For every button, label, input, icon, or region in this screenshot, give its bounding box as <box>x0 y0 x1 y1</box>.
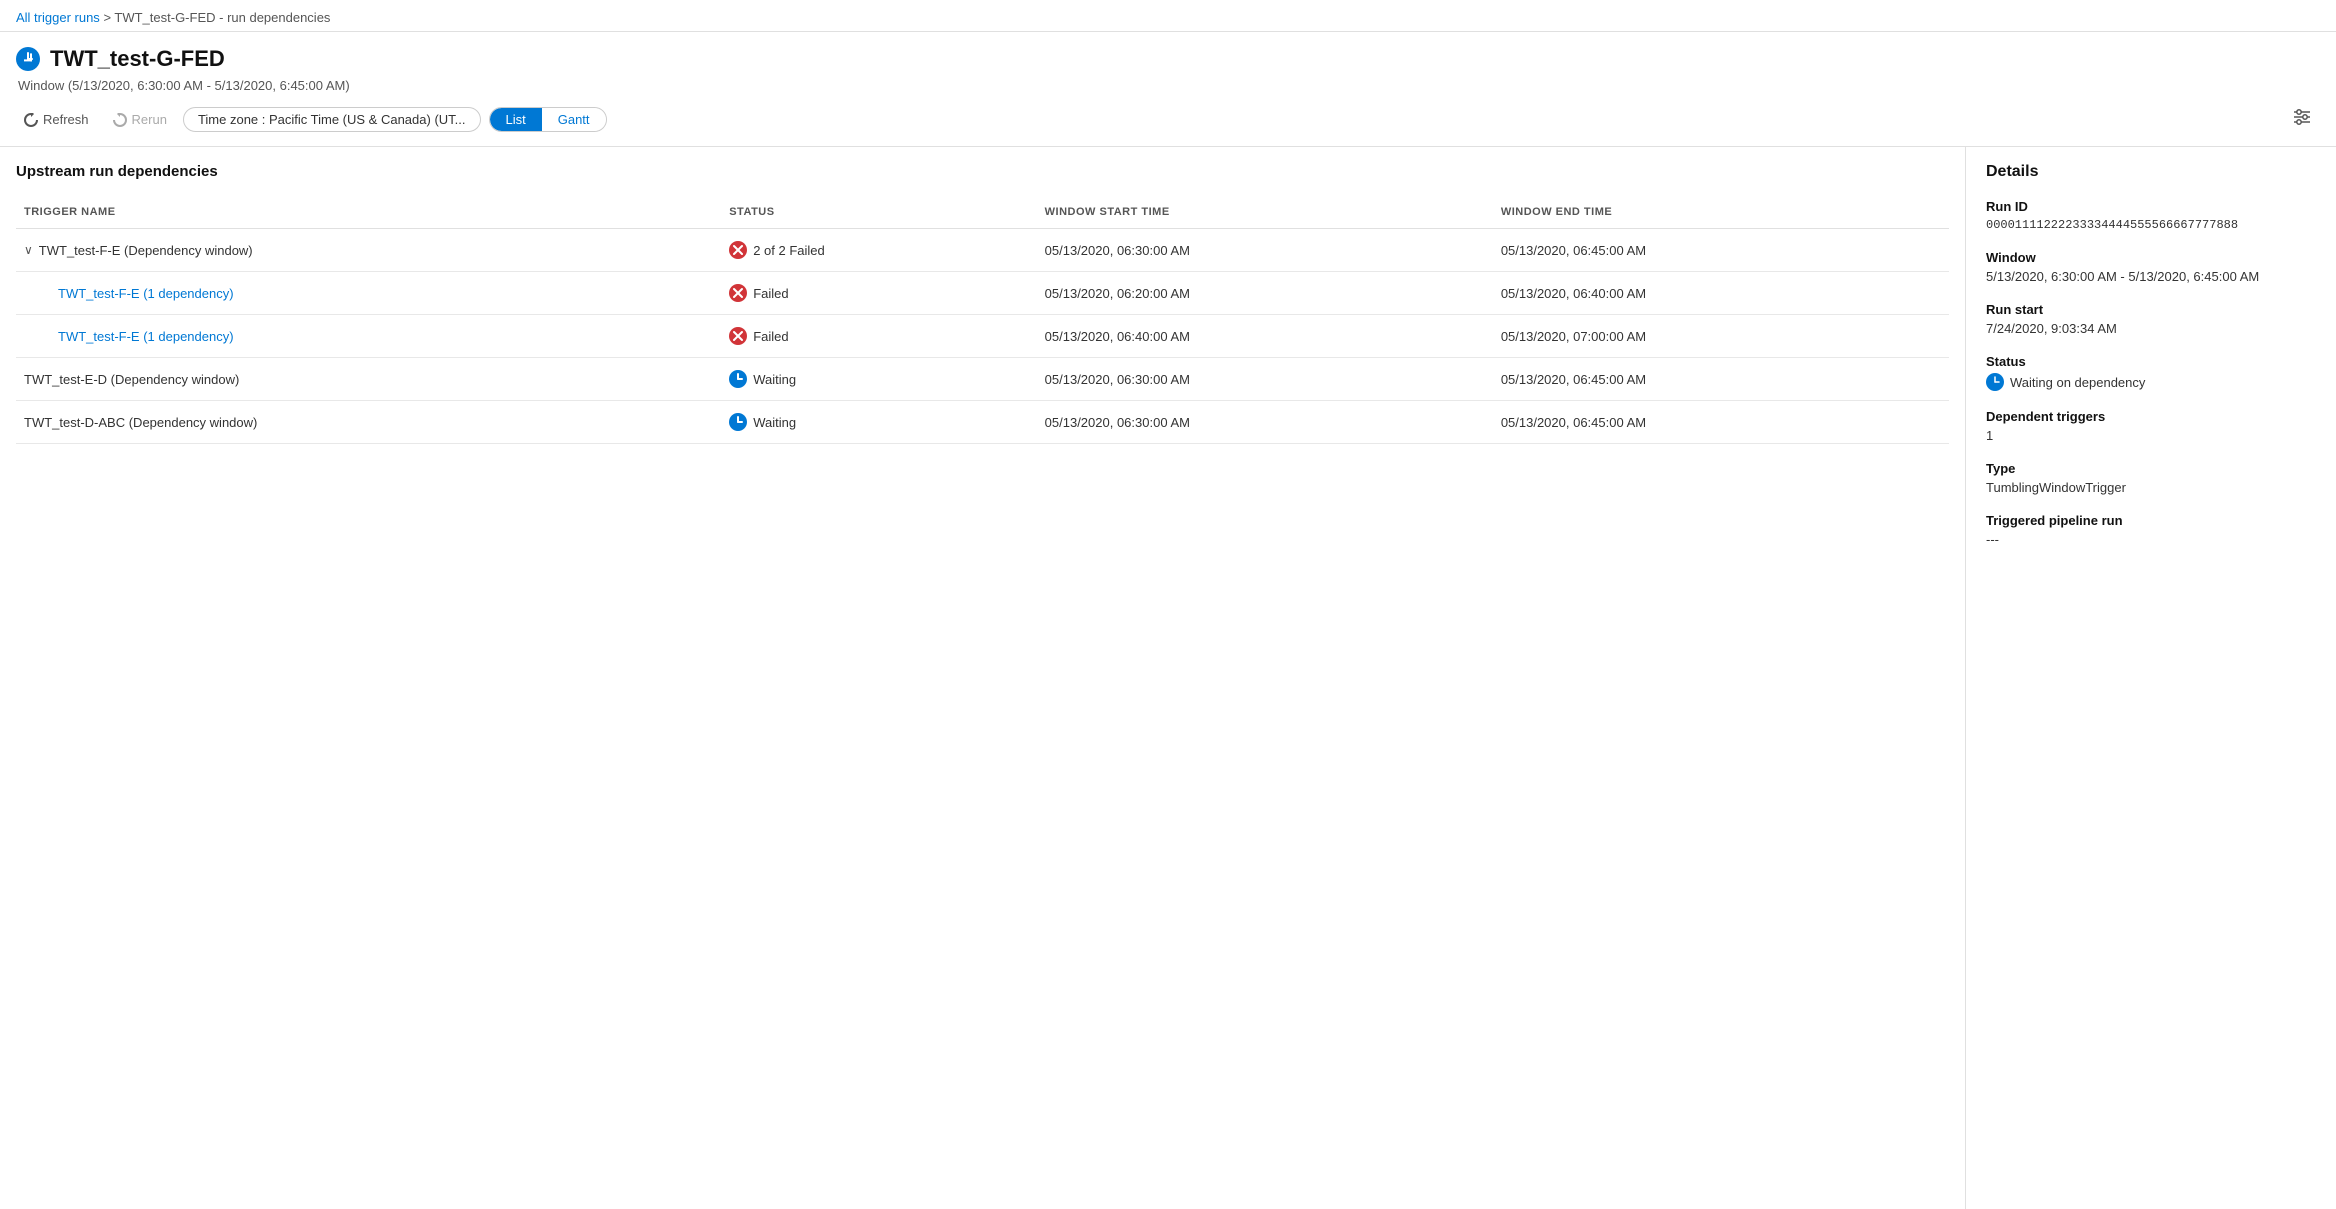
trigger-name-cell: TWT_test-E-D (Dependency window) <box>24 372 713 387</box>
trigger-name-link[interactable]: TWT_test-F-E (1 dependency) <box>58 286 234 301</box>
run-start-section: Run start 7/24/2020, 9:03:34 AM <box>1986 302 2316 336</box>
trigger-name-cell: ∨ TWT_test-F-E (Dependency window) <box>24 243 713 258</box>
triggered-pipeline-section: Triggered pipeline run --- <box>1986 513 2316 547</box>
run-start-label: Run start <box>1986 302 2316 317</box>
status-cell: Failed <box>729 327 1028 345</box>
window-start-cell: 05/13/2020, 06:40:00 AM <box>1037 315 1493 358</box>
list-view-button[interactable]: List <box>490 108 542 131</box>
window-end-cell: 05/13/2020, 06:45:00 AM <box>1493 229 1949 272</box>
status-cell: 2 of 2 Failed <box>729 241 1028 259</box>
status-clock-icon <box>1986 373 2004 391</box>
triggered-pipeline-value: --- <box>1986 532 2316 547</box>
table-row: TWT_test-D-ABC (Dependency window) Waitin… <box>16 401 1949 444</box>
details-title: Details <box>1986 163 2316 181</box>
settings-icon-button[interactable] <box>2284 103 2320 136</box>
window-start-cell: 05/13/2020, 06:20:00 AM <box>1037 272 1493 315</box>
table-row: TWT_test-F-E (1 dependency) Failed 05/13/2… <box>16 272 1949 315</box>
breadcrumb-separator: > <box>103 10 114 25</box>
status-cell: Failed <box>729 284 1028 302</box>
section-title: Upstream run dependencies <box>16 163 1949 180</box>
timezone-button[interactable]: Time zone : Pacific Time (US & Canada) (… <box>183 107 481 132</box>
status-cell: Waiting <box>729 370 1028 388</box>
rerun-icon <box>113 113 127 127</box>
toolbar: Refresh Rerun Time zone : Pacific Time (… <box>0 103 2336 147</box>
waiting-icon <box>729 370 747 388</box>
failed-icon <box>729 284 747 302</box>
page-title: TWT_test-G-FED <box>50 46 225 72</box>
breadcrumb-parent-link[interactable]: All trigger runs <box>16 10 100 25</box>
settings-icon <box>2292 107 2312 127</box>
rerun-button[interactable]: Rerun <box>105 108 175 131</box>
window-section: Window 5/13/2020, 6:30:00 AM - 5/13/2020… <box>1986 250 2316 284</box>
trigger-name-text: TWT_test-F-E (Dependency window) <box>39 243 253 258</box>
window-start-cell: 05/13/2020, 06:30:00 AM <box>1037 358 1493 401</box>
status-text: Failed <box>753 329 788 344</box>
run-id-label: Run ID <box>1986 199 2316 214</box>
dependent-triggers-value: 1 <box>1986 428 2316 443</box>
window-start-cell: 05/13/2020, 06:30:00 AM <box>1037 229 1493 272</box>
window-detail-label: Window <box>1986 250 2316 265</box>
details-panel: Details Run ID 0000111122223333444455556… <box>1966 147 2336 1209</box>
status-detail-label: Status <box>1986 354 2316 369</box>
trigger-name-link[interactable]: TWT_test-F-E (1 dependency) <box>58 329 234 344</box>
refresh-icon <box>24 113 38 127</box>
breadcrumb-current: TWT_test-G-FED - run dependencies <box>114 10 330 25</box>
window-detail-value: 5/13/2020, 6:30:00 AM - 5/13/2020, 6:45:… <box>1986 269 2316 284</box>
dependent-triggers-label: Dependent triggers <box>1986 409 2316 424</box>
view-toggle: List Gantt <box>489 107 607 132</box>
content-area: Upstream run dependencies TRIGGER NAME S… <box>0 147 1966 1209</box>
window-start-cell: 05/13/2020, 06:30:00 AM <box>1037 401 1493 444</box>
table-row: TWT_test-E-D (Dependency window) Waiting 0… <box>16 358 1949 401</box>
window-end-cell: 05/13/2020, 07:00:00 AM <box>1493 315 1949 358</box>
trigger-name-cell: TWT_test-D-ABC (Dependency window) <box>24 415 713 430</box>
dependencies-table: TRIGGER NAME STATUS WINDOW START TIME WI… <box>16 200 1949 444</box>
failed-icon <box>729 327 747 345</box>
trigger-name-cell: TWT_test-F-E (1 dependency) <box>24 286 713 301</box>
status-text: Waiting on dependency <box>2010 375 2145 390</box>
type-section: Type TumblingWindowTrigger <box>1986 461 2316 495</box>
run-id-section: Run ID 000011112222333344445555666677778… <box>1986 199 2316 232</box>
waiting-icon <box>729 413 747 431</box>
table-row: ∨ TWT_test-F-E (Dependency window) 2 of 2 … <box>16 229 1949 272</box>
col-status: STATUS <box>721 200 1036 229</box>
window-label: Window (5/13/2020, 6:30:00 AM - 5/13/202… <box>16 78 2320 93</box>
col-window-end: WINDOW END TIME <box>1493 200 1949 229</box>
dependent-triggers-section: Dependent triggers 1 <box>1986 409 2316 443</box>
status-text: 2 of 2 Failed <box>753 243 825 258</box>
breadcrumb: All trigger runs > TWT_test-G-FED - run … <box>0 0 2336 32</box>
triggered-pipeline-label: Triggered pipeline run <box>1986 513 2316 528</box>
trigger-name-text: TWT_test-E-D (Dependency window) <box>24 372 239 387</box>
status-text: Failed <box>753 286 788 301</box>
trigger-name-cell: TWT_test-F-E (1 dependency) <box>24 329 713 344</box>
refresh-label: Refresh <box>43 112 89 127</box>
col-trigger-name: TRIGGER NAME <box>16 200 721 229</box>
clock-icon <box>16 47 40 71</box>
status-cell: Waiting <box>729 413 1028 431</box>
window-end-cell: 05/13/2020, 06:45:00 AM <box>1493 358 1949 401</box>
chevron-icon[interactable]: ∨ <box>24 243 33 257</box>
run-start-value: 7/24/2020, 9:03:34 AM <box>1986 321 2316 336</box>
status-text: Waiting <box>753 372 796 387</box>
rerun-label: Rerun <box>132 112 167 127</box>
table-row: TWT_test-F-E (1 dependency) Failed 05/13/2… <box>16 315 1949 358</box>
status-section: Status Waiting on dependency <box>1986 354 2316 391</box>
refresh-button[interactable]: Refresh <box>16 108 97 131</box>
main-layout: Upstream run dependencies TRIGGER NAME S… <box>0 147 2336 1209</box>
run-id-value: 00001111222233334444555566667777888 <box>1986 218 2316 232</box>
status-text: Waiting <box>753 415 796 430</box>
gantt-view-button[interactable]: Gantt <box>542 108 606 131</box>
window-end-cell: 05/13/2020, 06:45:00 AM <box>1493 401 1949 444</box>
type-label: Type <box>1986 461 2316 476</box>
type-value: TumblingWindowTrigger <box>1986 480 2316 495</box>
trigger-name-text: TWT_test-D-ABC (Dependency window) <box>24 415 257 430</box>
page-header: TWT_test-G-FED Window (5/13/2020, 6:30:0… <box>0 32 2336 93</box>
window-end-cell: 05/13/2020, 06:40:00 AM <box>1493 272 1949 315</box>
col-window-start: WINDOW START TIME <box>1037 200 1493 229</box>
failed-icon <box>729 241 747 259</box>
status-detail-value: Waiting on dependency <box>1986 373 2316 391</box>
